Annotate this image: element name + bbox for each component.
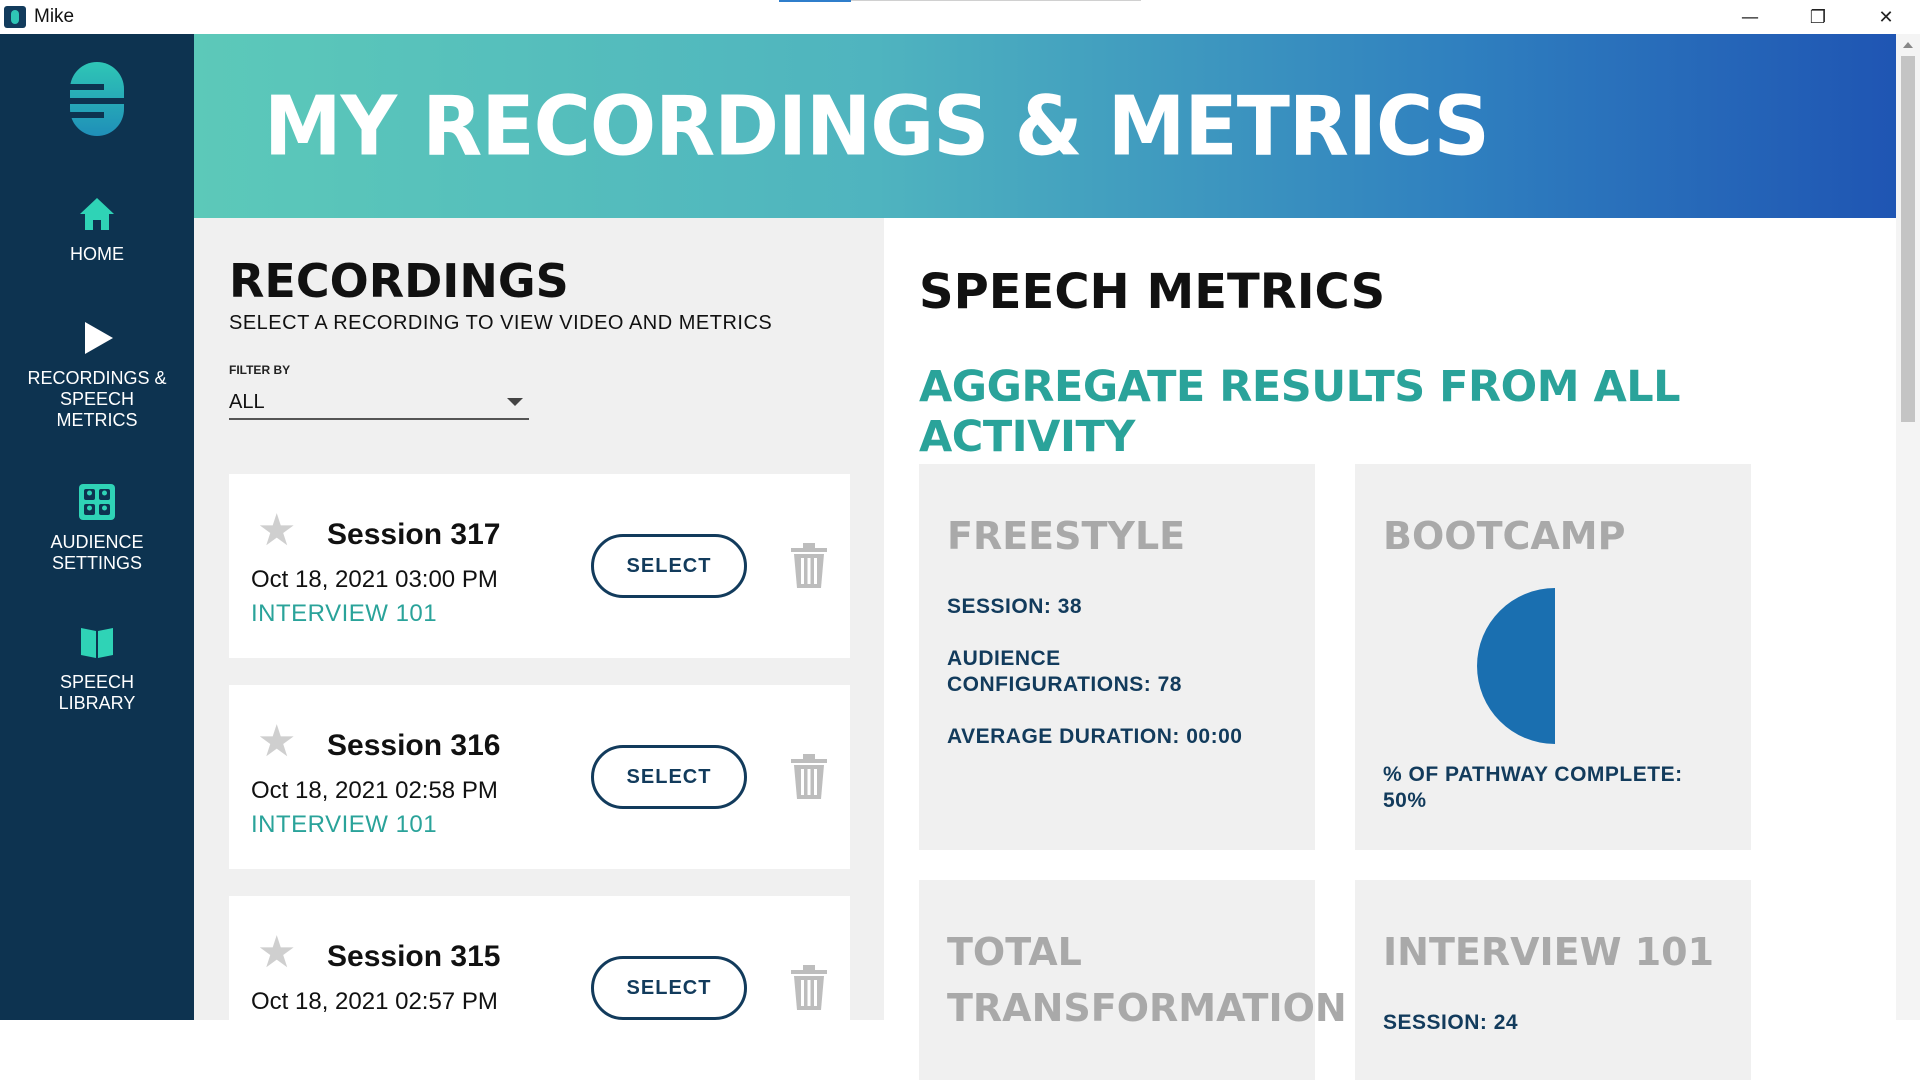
session-name: Session 316 bbox=[327, 729, 501, 762]
scrollbar-thumb[interactable] bbox=[1901, 56, 1915, 422]
session-tag: INTERVIEW 101 bbox=[251, 600, 438, 627]
sidebar-item-speech-library[interactable]: SPEECH LIBRARY bbox=[0, 622, 194, 714]
interview-session-count: SESSION: 24 bbox=[1383, 1011, 1519, 1034]
trash-icon[interactable] bbox=[789, 753, 829, 801]
window-titlebar: Mike — ❐ ✕ bbox=[0, 0, 1920, 34]
vertical-scrollbar[interactable] bbox=[1896, 34, 1920, 1020]
sidebar-item-label: HOME bbox=[70, 244, 124, 264]
scroll-up-icon[interactable] bbox=[1903, 42, 1913, 48]
sidebar-item-label: AUDIENCE SETTINGS bbox=[50, 532, 144, 573]
star-icon[interactable]: ★ bbox=[257, 509, 299, 553]
speech-metrics-panel: SPEECH METRICS AGGREGATE RESULTS FROM AL… bbox=[884, 218, 1896, 1080]
session-name: Session 317 bbox=[327, 518, 501, 551]
session-date: Oct 18, 2021 02:58 PM bbox=[251, 777, 498, 804]
play-icon bbox=[85, 322, 113, 354]
bootcamp-title: BOOTCAMP bbox=[1383, 514, 1626, 558]
pathway-progress-pie bbox=[1477, 588, 1555, 744]
home-icon bbox=[80, 198, 114, 230]
tab-indicator bbox=[779, 0, 851, 2]
select-button[interactable]: SELECT bbox=[591, 745, 747, 809]
session-tag: INTERVIEW 101 bbox=[251, 811, 438, 838]
freestyle-card: FREESTYLE SESSION: 38 AUDIENCE CONFIGURA… bbox=[919, 464, 1315, 850]
book-icon bbox=[81, 628, 113, 658]
select-button[interactable]: SELECT bbox=[591, 956, 747, 1020]
interview-101-card: INTERVIEW 101 SESSION: 24 bbox=[1355, 880, 1751, 1080]
star-icon[interactable]: ★ bbox=[257, 720, 299, 764]
recording-card: ★ Session 315 Oct 18, 2021 02:57 PM SELE… bbox=[229, 896, 850, 1080]
tab-indicator-track bbox=[851, 0, 1141, 1]
trash-icon[interactable] bbox=[789, 542, 829, 590]
audience-grid-icon bbox=[79, 484, 115, 520]
filter-dropdown[interactable]: ALL bbox=[229, 386, 529, 420]
freestyle-session-count: SESSION: 38 bbox=[947, 595, 1083, 618]
sidebar-item-home[interactable]: HOME bbox=[0, 194, 194, 265]
recording-card: ★ Session 316 Oct 18, 2021 02:58 PM INTE… bbox=[229, 685, 850, 869]
session-date: Oct 18, 2021 02:57 PM bbox=[251, 988, 498, 1015]
recordings-subtitle: SELECT A RECORDING TO VIEW VIDEO AND MET… bbox=[229, 312, 773, 334]
star-icon[interactable]: ★ bbox=[257, 931, 299, 975]
freestyle-audience-configurations: AUDIENCE CONFIGURATIONS: 78 bbox=[947, 647, 1182, 696]
restore-button[interactable]: ❐ bbox=[1784, 0, 1852, 34]
aggregate-results-heading: AGGREGATE RESULTS FROM ALL ACTIVITY bbox=[919, 362, 1681, 462]
sidebar: HOME RECORDINGS & SPEECH METRICS AUDIENC… bbox=[0, 34, 194, 1020]
speech-metrics-title: SPEECH METRICS bbox=[919, 264, 1386, 320]
session-name: Session 315 bbox=[327, 940, 501, 973]
session-date: Oct 18, 2021 03:00 PM bbox=[251, 566, 498, 593]
interview-101-title: INTERVIEW 101 bbox=[1383, 930, 1715, 974]
page-title: MY RECORDINGS & METRICS bbox=[264, 79, 1490, 175]
filter-value: ALL bbox=[229, 390, 265, 413]
sidebar-item-label: SPEECH LIBRARY bbox=[58, 672, 136, 713]
app-icon bbox=[4, 6, 26, 28]
window-title: Mike bbox=[34, 6, 75, 27]
freestyle-title: FREESTYLE bbox=[947, 514, 1186, 558]
bootcamp-card: BOOTCAMP % OF PATHWAY COMPLETE: 50% bbox=[1355, 464, 1751, 850]
select-button[interactable]: SELECT bbox=[591, 534, 747, 598]
bootcamp-pathway-complete: % OF PATHWAY COMPLETE: 50% bbox=[1383, 763, 1683, 812]
recordings-panel: RECORDINGS SELECT A RECORDING TO VIEW VI… bbox=[194, 218, 884, 1080]
filter-label: FILTER BY bbox=[229, 363, 291, 377]
total-transformation-title: TOTAL TRANSFORMATION bbox=[947, 930, 1347, 1030]
sidebar-item-audience-settings[interactable]: AUDIENCE SETTINGS bbox=[0, 482, 194, 574]
close-button[interactable]: ✕ bbox=[1852, 0, 1920, 34]
chevron-down-icon bbox=[507, 398, 523, 406]
sidebar-item-label: RECORDINGS & SPEECH METRICS bbox=[27, 368, 167, 430]
page-header: MY RECORDINGS & METRICS bbox=[194, 34, 1896, 218]
total-transformation-card: TOTAL TRANSFORMATION bbox=[919, 880, 1347, 1080]
pathway-progress-slice bbox=[1477, 588, 1555, 744]
minimize-button[interactable]: — bbox=[1716, 0, 1784, 34]
recordings-title: RECORDINGS bbox=[229, 254, 569, 308]
trash-icon[interactable] bbox=[789, 964, 829, 1012]
freestyle-average-duration: AVERAGE DURATION: 00:00 bbox=[947, 725, 1243, 748]
recording-card: ★ Session 317 Oct 18, 2021 03:00 PM INTE… bbox=[229, 474, 850, 658]
sidebar-item-recordings[interactable]: RECORDINGS & SPEECH METRICS bbox=[0, 318, 194, 431]
window-controls: — ❐ ✕ bbox=[1716, 0, 1920, 34]
app-logo bbox=[70, 62, 124, 136]
